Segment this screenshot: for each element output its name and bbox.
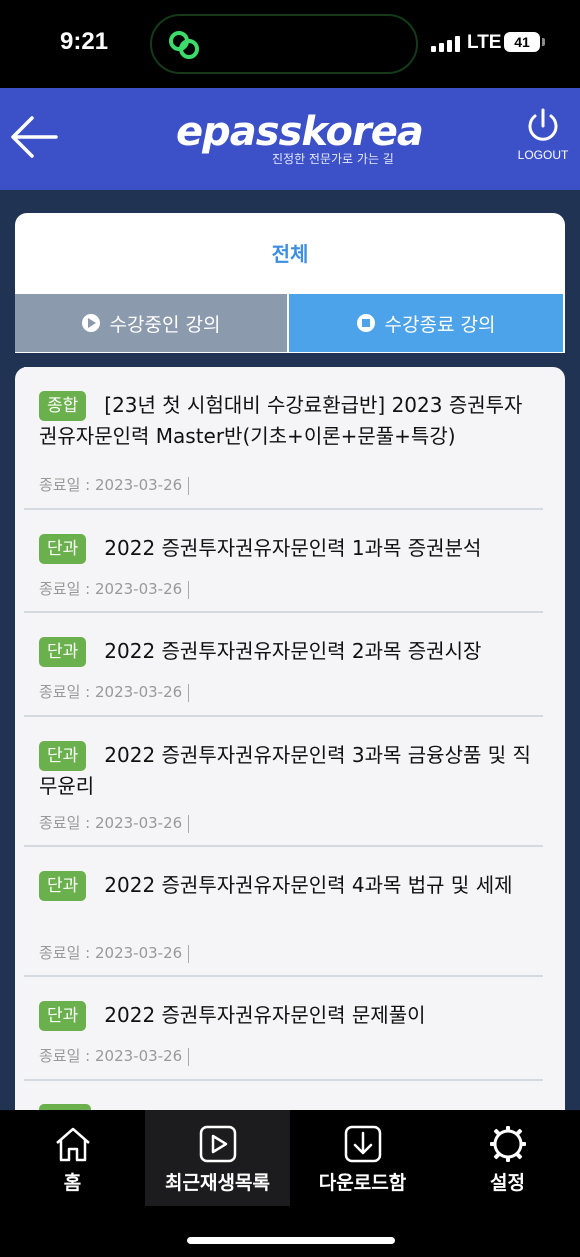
arrow-left-icon[interactable] bbox=[6, 108, 64, 166]
course-title: 2022 증권투자권유자문인력 2과목 증권시장 bbox=[104, 639, 482, 663]
course-title: 2022 증권투자권유자문인력 4과목 법규 및 세제 bbox=[104, 873, 513, 897]
home-indicator[interactable] bbox=[187, 1237, 395, 1244]
course-badge: 단과 bbox=[39, 637, 87, 667]
home-icon bbox=[55, 1127, 90, 1162]
logo: epasskorea 진정한 전문가로 가는 길 bbox=[176, 109, 424, 166]
filter-card: 전체 수강중인 강의 수강종료 강의 bbox=[15, 213, 565, 353]
dynamic-island bbox=[150, 14, 418, 74]
list-item[interactable]: 종합 [23년 첫 시험대비 수강료환급반] 2023 증권투자권유자문인력 Ma… bbox=[24, 367, 543, 510]
course-badge: 단과 bbox=[39, 741, 87, 771]
play-square-icon bbox=[199, 1125, 236, 1163]
nav-settings-label: 설정 bbox=[490, 1172, 525, 1194]
list-item[interactable]: 단과 2022 증권투자권유자문인력 4과목 법규 및 세제 종료일 : 2023… bbox=[24, 847, 543, 977]
signal-icon bbox=[431, 36, 461, 52]
link-icon bbox=[169, 31, 199, 59]
course-title: [23년 첫 시험대비 수강료환급반] 2023 증권투자권유자문인력 Mast… bbox=[39, 393, 523, 448]
status-bar: 9:21 LTE 41 bbox=[0, 0, 580, 88]
bottom-nav: 홈 최근재생목록 다운로드함 설정 bbox=[0, 1110, 580, 1257]
download-icon bbox=[344, 1125, 381, 1163]
course-end-date: 종료일 : 2023-03-26 bbox=[39, 580, 183, 598]
list-item[interactable]: 단과 2022 증권투자권유자문인력 문제풀이 종료일 : 2023-03-26 bbox=[24, 977, 543, 1081]
nav-recent-label: 최근재생목록 bbox=[165, 1172, 270, 1194]
nav-download-label: 다운로드함 bbox=[318, 1172, 407, 1194]
course-badge: 단과 bbox=[39, 871, 87, 901]
list-item-partial[interactable] bbox=[24, 1081, 543, 1110]
network-type: LTE bbox=[467, 32, 502, 53]
logo-text: epasskorea bbox=[176, 109, 424, 155]
app-header: epasskorea 진정한 전문가로 가는 길 LOGOUT bbox=[0, 88, 580, 190]
course-title: 2022 증권투자권유자문인력 문제풀이 bbox=[104, 1003, 426, 1027]
course-title: 2022 증권투자권유자문인력 1과목 증권분석 bbox=[104, 536, 482, 560]
status-time: 9:21 bbox=[60, 28, 109, 55]
course-end-date: 종료일 : 2023-03-26 bbox=[39, 944, 183, 962]
course-end-date: 종료일 : 2023-03-26 bbox=[39, 683, 183, 701]
course-end-date: 종료일 : 2023-03-26 bbox=[39, 814, 183, 832]
logo-tagline: 진정한 전문가로 가는 길 bbox=[272, 152, 394, 166]
course-title: 2022 증권투자권유자문인력 3과목 금융상품 및 직무윤리 bbox=[39, 743, 531, 798]
play-circle-icon bbox=[81, 314, 100, 332]
gear-icon bbox=[489, 1126, 526, 1162]
tab-completed-label: 수강종료 강의 bbox=[384, 313, 496, 336]
course-end-date: 종료일 : 2023-03-26 bbox=[39, 1047, 183, 1065]
course-list: 종합 [23년 첫 시험대비 수강료환급반] 2023 증권투자권유자문인력 Ma… bbox=[15, 367, 565, 1110]
course-end-date: 종료일 : 2023-03-26 bbox=[39, 476, 183, 494]
power-icon bbox=[528, 108, 558, 141]
course-badge: 단과 bbox=[39, 1001, 87, 1031]
tab-in-progress-label: 수강중인 강의 bbox=[109, 313, 221, 336]
filter-all[interactable]: 전체 bbox=[15, 213, 565, 295]
tab-in-progress[interactable]: 수강중인 강의 bbox=[15, 294, 287, 352]
nav-home[interactable]: 홈 bbox=[0, 1110, 145, 1206]
logout-label: LOGOUT bbox=[517, 148, 569, 162]
tab-completed[interactable]: 수강종료 강의 bbox=[289, 294, 563, 352]
battery-icon: 41 bbox=[504, 32, 545, 52]
course-badge: 종합 bbox=[39, 391, 87, 421]
list-item[interactable]: 단과 2022 증권투자권유자문인력 1과목 증권분석 종료일 : 2023-03… bbox=[24, 510, 543, 613]
nav-recent[interactable]: 최근재생목록 bbox=[145, 1110, 290, 1206]
nav-download[interactable]: 다운로드함 bbox=[290, 1110, 435, 1206]
stop-circle-icon bbox=[356, 314, 375, 332]
main-content: 전체 수강중인 강의 수강종료 강의 종합 [23년 첫 시험대비 수강료환급반]… bbox=[0, 190, 580, 1110]
nav-home-label: 홈 bbox=[63, 1172, 82, 1194]
nav-settings[interactable]: 설정 bbox=[435, 1110, 580, 1206]
list-item[interactable]: 단과 2022 증권투자권유자문인력 3과목 금융상품 및 직무윤리 종료일 : … bbox=[24, 717, 543, 847]
course-badge: 단과 bbox=[39, 534, 87, 564]
logout-button[interactable]: LOGOUT bbox=[514, 106, 572, 162]
list-item[interactable]: 단과 2022 증권투자권유자문인력 2과목 증권시장 종료일 : 2023-03… bbox=[24, 613, 543, 717]
